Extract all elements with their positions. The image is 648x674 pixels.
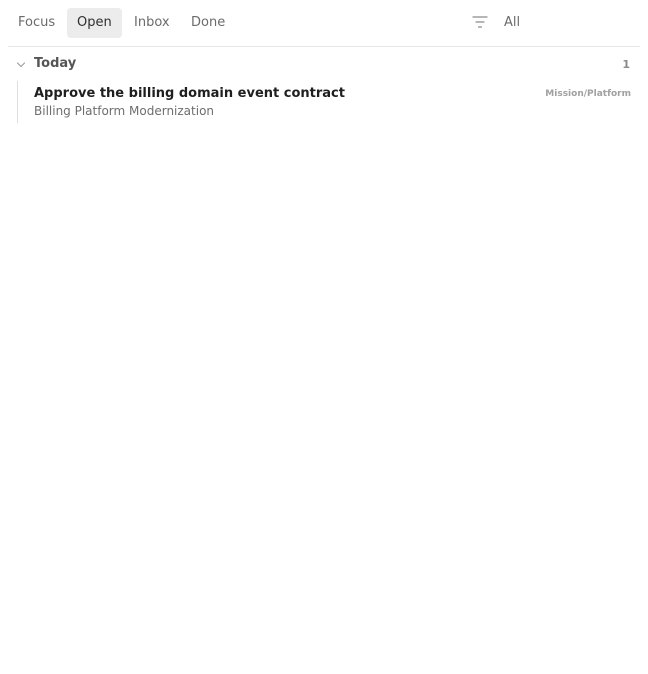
task-area-tag: Mission/Platform (545, 89, 631, 99)
filter-select[interactable]: All (504, 8, 520, 38)
section-count: 1 (622, 58, 630, 71)
app-root: Focus Open Inbox Done All Today 1 Approv… (0, 0, 648, 674)
tab-open[interactable]: Open (67, 8, 122, 38)
tab-done[interactable]: Done (181, 8, 235, 38)
chevron-down-icon[interactable] (16, 61, 26, 69)
section-header-today[interactable]: Today 1 (8, 52, 640, 78)
section-title: Today (34, 56, 77, 71)
task-title: Approve the billing domain event contrac… (34, 86, 345, 101)
task-project: Billing Platform Modernization (34, 104, 215, 118)
task-item[interactable]: Approve the billing domain event contrac… (17, 81, 631, 123)
view-toolbar: Focus Open Inbox Done All (8, 0, 640, 47)
tab-focus[interactable]: Focus (8, 8, 65, 38)
tab-inbox[interactable]: Inbox (124, 8, 180, 38)
filter-icon[interactable] (472, 15, 488, 29)
